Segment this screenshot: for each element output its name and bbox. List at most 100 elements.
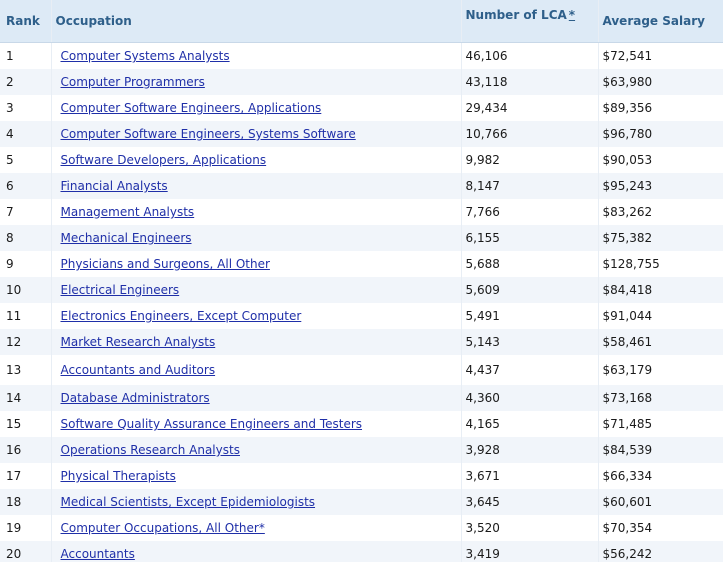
table-row: 12 Market Research Analysts 5,143 $58,461 [0, 329, 723, 355]
table-row: 10 Electrical Engineers 5,609 $84,418 [0, 277, 723, 303]
occupation-link[interactable]: Physicians and Surgeons, All Other [61, 257, 270, 271]
lca-header-label: Number of LCA [465, 8, 567, 22]
occupation-cell: Market Research Analysts [50, 329, 461, 355]
occupation-ranking-table: Rank Occupation Number of LCA * Average S… [0, 0, 723, 562]
occupation-link[interactable]: Electronics Engineers, Except Computer [61, 309, 302, 323]
rank-cell: 1 [0, 42, 51, 69]
table-row: 11 Electronics Engineers, Except Computer… [0, 303, 723, 329]
occupation-cell: Software Quality Assurance Engineers and… [50, 411, 461, 437]
rank-cell: 5 [0, 147, 51, 173]
rank-cell: 13 [0, 355, 51, 385]
rank-cell: 2 [0, 69, 51, 95]
occupation-cell: Physical Therapists [50, 463, 461, 489]
average-salary-cell: $56,242 [597, 541, 723, 562]
table-row: 18 Medical Scientists, Except Epidemiolog… [0, 489, 723, 515]
rank-cell: 7 [0, 199, 51, 225]
occupation-cell: Accountants [50, 541, 461, 562]
occupation-link[interactable]: Management Analysts [61, 205, 195, 219]
average-salary-cell: $63,980 [597, 69, 723, 95]
average-salary-cell: $95,243 [597, 173, 723, 199]
rank-cell: 16 [0, 437, 51, 463]
table-row: 19 Computer Occupations, All Other* 3,520 $… [0, 515, 723, 541]
lca-count-cell: 8,147 [460, 173, 598, 199]
rank-cell: 15 [0, 411, 51, 437]
lca-count-cell: 3,419 [460, 541, 598, 562]
occupation-link[interactable]: Accountants [61, 547, 135, 561]
table-row: 8 Mechanical Engineers 6,155 $75,382 [0, 225, 723, 251]
occupation-link[interactable]: Financial Analysts [61, 179, 168, 193]
lca-count-cell: 29,434 [460, 95, 598, 121]
occupation-link[interactable]: Mechanical Engineers [61, 231, 192, 245]
table-row: 4 Computer Software Engineers, Systems So… [0, 121, 723, 147]
occupation-link[interactable]: Computer Programmers [61, 75, 205, 89]
occupation-link[interactable]: Market Research Analysts [61, 335, 216, 349]
rank-cell: 3 [0, 95, 51, 121]
average-salary-cell: $75,382 [597, 225, 723, 251]
rank-cell: 17 [0, 463, 51, 489]
occupation-link[interactable]: Software Quality Assurance Engineers and… [61, 417, 363, 431]
occupation-cell: Database Administrators [50, 385, 461, 411]
occupation-link[interactable]: Medical Scientists, Except Epidemiologis… [61, 495, 316, 509]
occupation-cell: Computer Software Engineers, Application… [50, 95, 461, 121]
occupation-link[interactable]: Accountants and Auditors [61, 363, 216, 377]
occupation-link[interactable]: Database Administrators [61, 391, 210, 405]
occupation-link[interactable]: Physical Therapists [61, 469, 176, 483]
average-salary-cell: $63,179 [597, 355, 723, 385]
lca-count-cell: 4,360 [460, 385, 598, 411]
average-salary-cell: $72,541 [597, 42, 723, 69]
table-body: 1 Computer Systems Analysts 46,106 $72,541 2… [0, 42, 723, 562]
occupation-link[interactable]: Computer Systems Analysts [61, 49, 230, 63]
table-row: 17 Physical Therapists 3,671 $66,334 [0, 463, 723, 489]
average-salary-cell: $128,755 [597, 251, 723, 277]
lca-count-cell: 5,609 [460, 277, 598, 303]
average-salary-cell: $73,168 [597, 385, 723, 411]
occupation-cell: Computer Programmers [50, 69, 461, 95]
occupation-cell: Financial Analysts [50, 173, 461, 199]
occupation-cell: Computer Systems Analysts [50, 42, 461, 69]
rank-cell: 19 [0, 515, 51, 541]
average-salary-cell: $70,354 [597, 515, 723, 541]
table-header: Rank Occupation Number of LCA * Average S… [0, 0, 723, 43]
occupation-link[interactable]: Computer Software Engineers, Systems Sof… [61, 127, 356, 141]
lca-count-cell: 4,437 [460, 355, 598, 385]
table-row: 1 Computer Systems Analysts 46,106 $72,541 [0, 42, 723, 69]
salary-column-header: Average Salary [597, 0, 723, 43]
lca-table-container: Rank Occupation Number of LCA * Average S… [0, 0, 723, 562]
table-row: 13 Accountants and Auditors 4,437 $63,179 [0, 355, 723, 385]
occupation-cell: Computer Occupations, All Other* [50, 515, 461, 541]
average-salary-cell: $84,539 [597, 437, 723, 463]
table-row: 5 Software Developers, Applications 9,982 $… [0, 147, 723, 173]
table-row: 16 Operations Research Analysts 3,928 $84,5… [0, 437, 723, 463]
rank-cell: 8 [0, 225, 51, 251]
rank-cell: 6 [0, 173, 51, 199]
lca-count-cell: 5,143 [460, 329, 598, 355]
average-salary-cell: $90,053 [597, 147, 723, 173]
average-salary-cell: $96,780 [597, 121, 723, 147]
occupation-link[interactable]: Operations Research Analysts [61, 443, 240, 457]
lca-count-cell: 4,165 [460, 411, 598, 437]
table-row: 14 Database Administrators 4,360 $73,168 [0, 385, 723, 411]
lca-count-cell: 9,982 [460, 147, 598, 173]
rank-column-header: Rank [0, 0, 51, 43]
average-salary-cell: $89,356 [597, 95, 723, 121]
table-row: 20 Accountants 3,419 $56,242 [0, 541, 723, 562]
occupation-link[interactable]: Computer Software Engineers, Application… [61, 101, 322, 115]
occupation-cell: Operations Research Analysts [50, 437, 461, 463]
table-row: 2 Computer Programmers 43,118 $63,980 [0, 69, 723, 95]
table-row: 7 Management Analysts 7,766 $83,262 [0, 199, 723, 225]
rank-cell: 18 [0, 489, 51, 515]
lca-count-cell: 3,645 [460, 489, 598, 515]
occupation-link[interactable]: Computer Occupations, All Other* [61, 521, 265, 535]
occupation-column-header: Occupation [50, 0, 461, 43]
average-salary-cell: $83,262 [597, 199, 723, 225]
rank-cell: 20 [0, 541, 51, 562]
rank-cell: 9 [0, 251, 51, 277]
occupation-link[interactable]: Software Developers, Applications [61, 153, 267, 167]
lca-count-cell: 7,766 [460, 199, 598, 225]
average-salary-cell: $58,461 [597, 329, 723, 355]
lca-count-cell: 10,766 [460, 121, 598, 147]
average-salary-cell: $71,485 [597, 411, 723, 437]
occupation-link[interactable]: Electrical Engineers [61, 283, 180, 297]
lca-count-cell: 3,928 [460, 437, 598, 463]
lca-footnote-link[interactable]: * [569, 8, 575, 22]
